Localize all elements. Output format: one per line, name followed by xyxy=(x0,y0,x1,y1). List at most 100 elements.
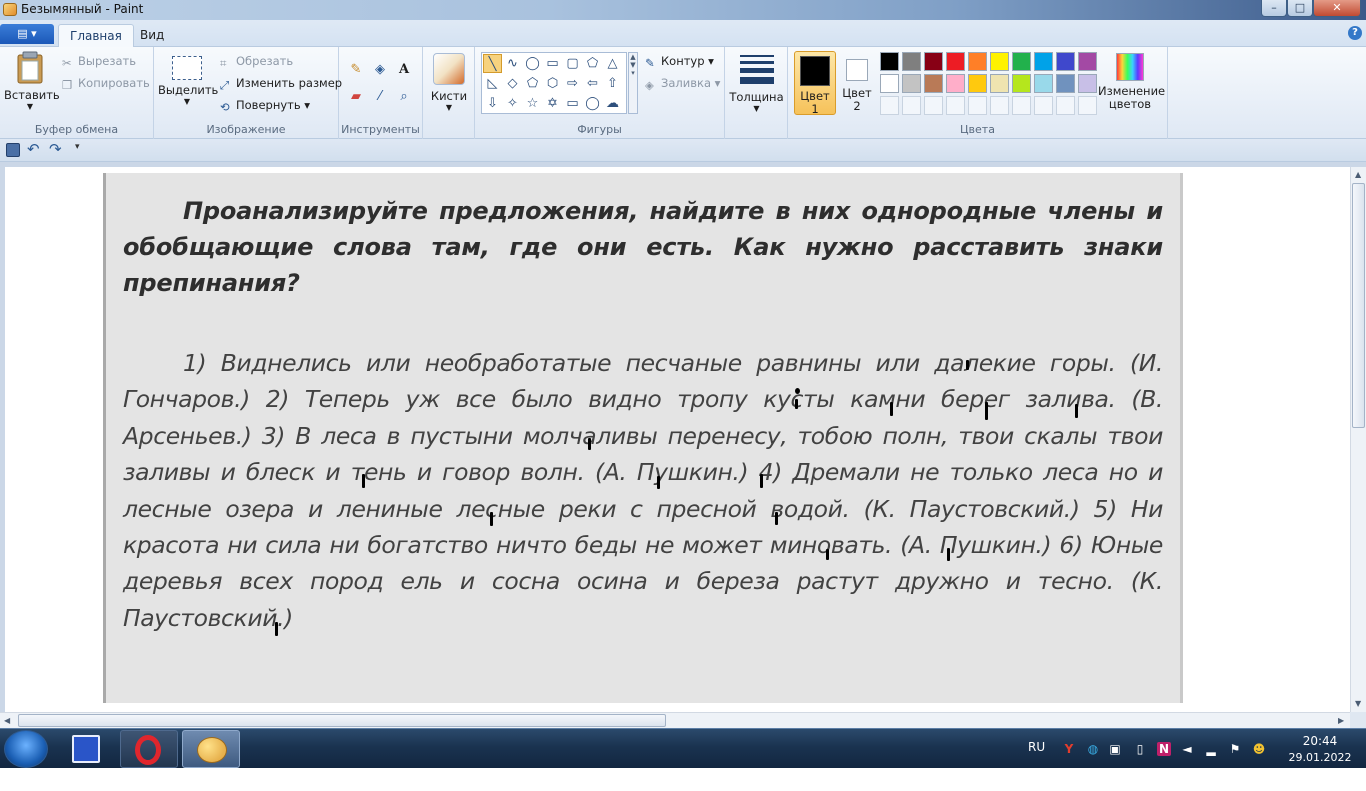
palette-color-swatch[interactable] xyxy=(1012,74,1031,93)
resize-button[interactable]: ⤢ Изменить размер xyxy=(220,74,342,92)
palette-color-swatch[interactable] xyxy=(968,52,987,71)
edit-colors-button[interactable]: Изменение цветов xyxy=(1098,51,1165,115)
rotate-button[interactable]: ⟲ Повернуть ▾ xyxy=(220,96,310,114)
palette-color-swatch[interactable] xyxy=(990,52,1009,71)
palette-color-swatch[interactable] xyxy=(1012,52,1031,71)
undo-icon[interactable]: ↶ xyxy=(27,140,40,158)
horizontal-scrollbar[interactable]: ◀ ▶ xyxy=(0,712,1350,728)
network-icon[interactable]: ◍ xyxy=(1086,742,1100,756)
custom-color-slot[interactable] xyxy=(924,96,943,115)
taskbar-opera[interactable] xyxy=(120,730,178,768)
custom-color-slot[interactable] xyxy=(880,96,899,115)
outline-button[interactable]: ✎ Контур ▾ xyxy=(645,52,714,70)
custom-color-slot[interactable] xyxy=(946,96,965,115)
diamond-shape-icon[interactable]: ◇ xyxy=(503,74,522,93)
color2-button[interactable]: Цвет 2 xyxy=(840,51,874,115)
yandex-icon[interactable]: Y xyxy=(1062,742,1076,756)
palette-color-swatch[interactable] xyxy=(924,52,943,71)
tab-view[interactable]: Вид xyxy=(129,24,175,47)
clipboard-tray-icon[interactable]: ▣ xyxy=(1108,742,1122,756)
right-arrow-shape-icon[interactable]: ⇨ xyxy=(563,74,582,93)
brushes-button[interactable]: Кисти ▼ xyxy=(427,53,471,115)
help-icon[interactable]: ? xyxy=(1348,26,1362,40)
custom-color-slot[interactable] xyxy=(968,96,987,115)
file-menu-button[interactable]: ▤ ▾ xyxy=(0,24,54,44)
pentagon-shape-icon[interactable]: ⬠ xyxy=(523,74,542,93)
five-point-star-shape-icon[interactable]: ☆ xyxy=(523,94,542,113)
palette-color-swatch[interactable] xyxy=(880,74,899,93)
close-button[interactable]: ✕ xyxy=(1313,0,1361,17)
paste-button[interactable]: Вставить ▼ xyxy=(4,51,60,115)
up-arrow-shape-icon[interactable]: ⇧ xyxy=(603,74,622,93)
rectangle-shape-icon[interactable]: ▭ xyxy=(543,54,562,73)
curve-shape-icon[interactable]: ∿ xyxy=(503,54,522,73)
palette-color-swatch[interactable] xyxy=(1078,52,1097,71)
palette-color-swatch[interactable] xyxy=(902,74,921,93)
fill-button[interactable]: ◈ Заливка ▾ xyxy=(645,74,720,92)
volume-icon[interactable]: ◄ xyxy=(1180,742,1194,756)
taskbar-file-manager[interactable] xyxy=(58,730,116,768)
language-indicator[interactable]: RU xyxy=(1028,740,1045,780)
four-point-star-shape-icon[interactable]: ✧ xyxy=(503,94,522,113)
taskbar-paint[interactable] xyxy=(182,730,240,768)
minimize-button[interactable]: – xyxy=(1261,0,1287,17)
custom-color-slot[interactable] xyxy=(1078,96,1097,115)
copy-button[interactable]: ❐ Копировать xyxy=(62,74,150,92)
color-picker-icon[interactable]: ⁄ xyxy=(370,86,390,106)
line-shape-icon[interactable]: ╲ xyxy=(483,54,502,73)
device-icon[interactable]: ▯ xyxy=(1133,742,1147,756)
vertical-scrollbar[interactable]: ▲ ▼ xyxy=(1350,167,1366,712)
vertical-scroll-thumb[interactable] xyxy=(1352,183,1365,428)
rounded-rectangle-shape-icon[interactable]: ▢ xyxy=(563,54,582,73)
oval-callout-shape-icon[interactable]: ◯ xyxy=(583,94,602,113)
palette-color-swatch[interactable] xyxy=(1056,52,1075,71)
custom-color-slot[interactable] xyxy=(1034,96,1053,115)
right-triangle-shape-icon[interactable]: ◺ xyxy=(483,74,502,93)
text-tool-icon[interactable]: A xyxy=(394,59,414,79)
rect-callout-shape-icon[interactable]: ▭ xyxy=(563,94,582,113)
custom-color-slot[interactable] xyxy=(1056,96,1075,115)
onenote-icon[interactable]: N xyxy=(1157,742,1171,756)
shapes-gallery-scroll[interactable]: ▲ ▼ ▾ xyxy=(628,52,638,114)
palette-color-swatch[interactable] xyxy=(1056,74,1075,93)
flag-icon[interactable]: ⚑ xyxy=(1228,742,1242,756)
tab-home[interactable]: Главная xyxy=(58,24,134,47)
customize-toolbar-icon[interactable]: ▾ xyxy=(75,142,80,152)
palette-color-swatch[interactable] xyxy=(1034,74,1053,93)
palette-color-swatch[interactable] xyxy=(968,74,987,93)
scroll-left-icon[interactable]: ◀ xyxy=(4,716,10,725)
scroll-down-icon[interactable]: ▼ xyxy=(1355,699,1361,708)
save-icon[interactable] xyxy=(6,143,20,157)
select-button[interactable]: Выделить ▼ xyxy=(158,53,218,115)
eraser-icon[interactable]: ▰ xyxy=(346,86,366,106)
palette-color-swatch[interactable] xyxy=(946,52,965,71)
palette-color-swatch[interactable] xyxy=(1034,52,1053,71)
clock-date[interactable]: 29.01.2022 xyxy=(1284,751,1356,791)
scroll-up-icon[interactable]: ▲ xyxy=(1355,170,1361,179)
fill-bucket-icon[interactable]: ◈ xyxy=(370,59,390,79)
magnifier-icon[interactable]: ⌕ xyxy=(394,86,414,106)
pencil-icon[interactable]: ✎ xyxy=(346,59,366,79)
crop-button[interactable]: ⌗ Обрезать xyxy=(220,52,293,70)
horizontal-scroll-thumb[interactable] xyxy=(18,714,666,727)
custom-color-slot[interactable] xyxy=(990,96,1009,115)
six-point-star-shape-icon[interactable]: ✡ xyxy=(543,94,562,113)
down-arrow-shape-icon[interactable]: ⇩ xyxy=(483,94,502,113)
cut-button[interactable]: ✂ Вырезать xyxy=(62,52,136,70)
custom-color-slot[interactable] xyxy=(902,96,921,115)
polygon-shape-icon[interactable]: ⬠ xyxy=(583,54,602,73)
size-button[interactable]: Толщина ▼ xyxy=(729,53,784,115)
oval-shape-icon[interactable]: ◯ xyxy=(523,54,542,73)
custom-color-slot[interactable] xyxy=(1012,96,1031,115)
color1-button[interactable]: Цвет 1 xyxy=(794,51,836,116)
palette-color-swatch[interactable] xyxy=(990,74,1009,93)
hexagon-shape-icon[interactable]: ⬡ xyxy=(543,74,562,93)
palette-color-swatch[interactable] xyxy=(946,74,965,93)
scroll-right-icon[interactable]: ▶ xyxy=(1338,716,1344,725)
maximize-button[interactable]: □ xyxy=(1287,0,1313,17)
redo-icon[interactable]: ↷ xyxy=(49,140,62,158)
left-arrow-shape-icon[interactable]: ⇦ xyxy=(583,74,602,93)
signal-icon[interactable]: ▂ xyxy=(1204,742,1218,756)
palette-color-swatch[interactable] xyxy=(902,52,921,71)
palette-color-swatch[interactable] xyxy=(880,52,899,71)
